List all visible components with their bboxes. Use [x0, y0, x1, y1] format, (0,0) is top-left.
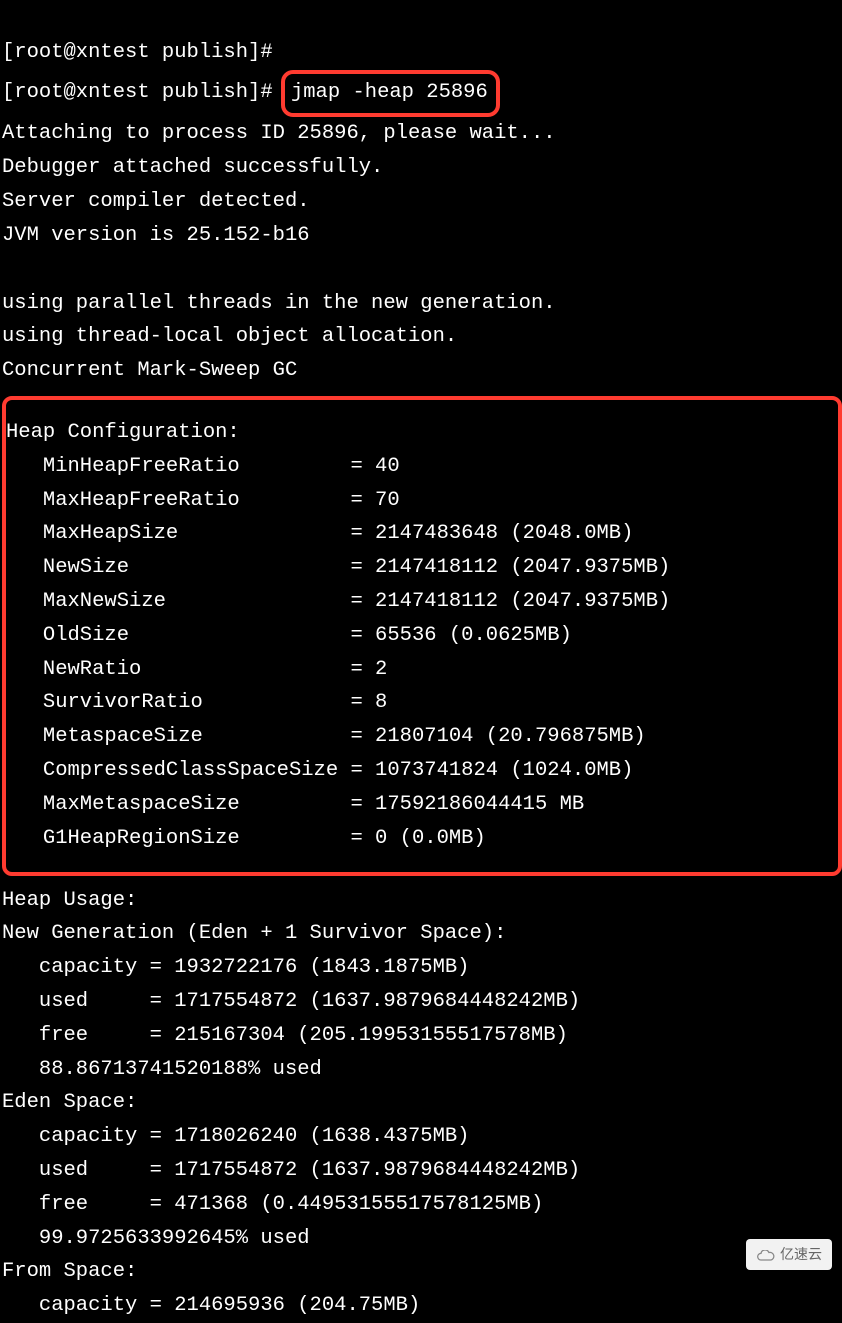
usage-line: capacity = 1932722176 (1843.1875MB) [2, 956, 469, 979]
usage-line: capacity = 214695936 (204.75MB) [2, 1294, 420, 1317]
shell-prompt: [root@xntest publish]# [2, 81, 285, 104]
config-line: SurvivorRatio = 8 [6, 691, 387, 714]
config-line: G1HeapRegionSize = 0 (0.0MB) [6, 827, 486, 850]
config-line: MinHeapFreeRatio = 40 [6, 455, 400, 478]
config-line: MaxMetaspaceSize = 17592186044415 MB [6, 793, 584, 816]
usage-line: used = 1717554872 (1637.9879684448242MB) [2, 1159, 580, 1182]
usage-line: Heap Usage: [2, 889, 137, 912]
usage-line: New Generation (Eden + 1 Survivor Space)… [2, 922, 506, 945]
config-line: NewSize = 2147418112 (2047.9375MB) [6, 556, 670, 579]
output-line: using thread-local object allocation. [2, 325, 457, 348]
heap-config-header: Heap Configuration: [6, 421, 240, 444]
config-line: CompressedClassSpaceSize = 1073741824 (1… [6, 759, 633, 782]
heap-configuration-box: Heap Configuration: MinHeapFreeRatio = 4… [2, 396, 842, 876]
usage-line: free = 215167304 (205.19953155517578MB) [2, 1024, 568, 1047]
usage-line: used = 1717554872 (1637.9879684448242MB) [2, 990, 580, 1013]
shell-prompt: [root@xntest publish]# [2, 41, 273, 64]
usage-line: 99.9725633992645% used [2, 1227, 310, 1250]
watermark-text: 亿速云 [780, 1243, 822, 1266]
config-line: MaxHeapFreeRatio = 70 [6, 489, 400, 512]
config-line: MaxNewSize = 2147418112 (2047.9375MB) [6, 590, 670, 613]
usage-line: Eden Space: [2, 1091, 137, 1114]
output-line: Debugger attached successfully. [2, 156, 383, 179]
output-line: using parallel threads in the new genera… [2, 292, 556, 315]
usage-line: 88.86713741520188% used [2, 1058, 322, 1081]
usage-line: free = 471368 (0.44953155517578125MB) [2, 1193, 543, 1216]
highlighted-command: jmap -heap 25896 [281, 70, 500, 118]
config-line: OldSize = 65536 (0.0625MB) [6, 624, 572, 647]
watermark: 亿速云 [746, 1239, 832, 1270]
usage-line: capacity = 1718026240 (1638.4375MB) [2, 1125, 469, 1148]
terminal-output: [root@xntest publish]# [root@xntest publ… [0, 2, 842, 1323]
config-line: NewRatio = 2 [6, 658, 387, 681]
cloud-icon [756, 1247, 776, 1261]
config-line: MetaspaceSize = 21807104 (20.796875MB) [6, 725, 646, 748]
output-line: Concurrent Mark-Sweep GC [2, 359, 297, 382]
config-line: MaxHeapSize = 2147483648 (2048.0MB) [6, 522, 633, 545]
output-line: JVM version is 25.152-b16 [2, 224, 310, 247]
output-line: Server compiler detected. [2, 190, 310, 213]
output-line: Attaching to process ID 25896, please wa… [2, 122, 556, 145]
